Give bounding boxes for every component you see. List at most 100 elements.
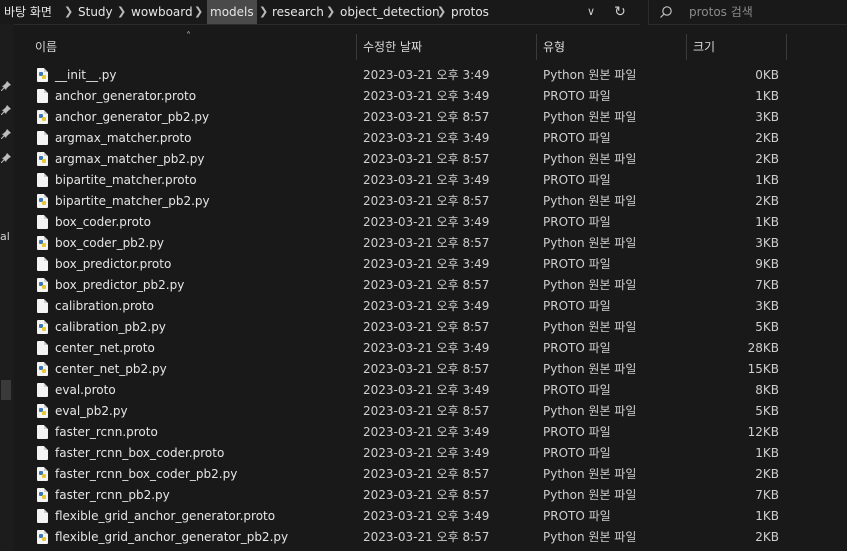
file-row[interactable]: calibration_pb2.py 2023-03-21 오후 8:57 Pyth…: [14, 317, 847, 338]
chevron-right-icon[interactable]: ❯: [259, 0, 268, 24]
file-type: Python 원본 파일: [543, 404, 637, 418]
file-name: box_coder.proto: [55, 215, 151, 229]
file-date: 2023-03-21 오후 8:57: [363, 467, 490, 481]
column-header-size[interactable]: 크기: [693, 34, 715, 60]
pin-icon[interactable]: [1, 129, 11, 139]
file-row[interactable]: anchor_generator_pb2.py 2023-03-21 오후 8:5…: [14, 107, 847, 128]
file-row[interactable]: faster_rcnn_box_coder_pb2.py 2023-03-21 오…: [14, 464, 847, 485]
chevron-right-icon[interactable]: ❯: [194, 0, 203, 24]
breadcrumb-models[interactable]: models: [207, 0, 257, 24]
file-name: faster_rcnn_pb2.py: [55, 488, 170, 502]
file-name: argmax_matcher_pb2.py: [55, 152, 205, 166]
file-row[interactable]: calibration.proto 2023-03-21 오후 3:49 PROTO…: [14, 296, 847, 317]
python-file-icon: [37, 152, 48, 166]
breadcrumb-study[interactable]: Study: [78, 0, 113, 24]
refresh-icon[interactable]: ↻: [610, 0, 630, 24]
file-row[interactable]: eval.proto 2023-03-21 오후 3:49 PROTO 파일 8KB: [14, 380, 847, 401]
chevron-right-icon[interactable]: ❯: [64, 0, 73, 24]
file-row[interactable]: bipartite_matcher.proto 2023-03-21 오후 3:4…: [14, 170, 847, 191]
column-divider[interactable]: [686, 34, 687, 60]
file-size: 3KB: [755, 236, 779, 250]
pin-icon[interactable]: [1, 153, 11, 163]
file-date: 2023-03-21 오후 8:57: [363, 320, 490, 334]
column-header-type[interactable]: 유형: [543, 34, 565, 60]
file-type: Python 원본 파일: [543, 110, 637, 124]
file-type: PROTO 파일: [543, 425, 611, 439]
file-date: 2023-03-21 오후 8:57: [363, 404, 490, 418]
file-date: 2023-03-21 오후 8:57: [363, 530, 490, 544]
file-row[interactable]: box_predictor_pb2.py 2023-03-21 오후 8:57 Py…: [14, 275, 847, 296]
file-size: 1KB: [755, 215, 779, 229]
column-header-name[interactable]: 이름: [35, 34, 57, 60]
file-row[interactable]: flexible_grid_anchor_generator_pb2.py 202…: [14, 527, 847, 548]
navigation-pane[interactable]: al: [0, 24, 14, 551]
file-row[interactable]: __init__.py 2023-03-21 오후 3:49 Python 원본 파…: [14, 65, 847, 86]
file-row[interactable]: flexible_grid_anchor_generator.proto 2023…: [14, 506, 847, 527]
chevron-right-icon[interactable]: ❯: [437, 0, 446, 24]
breadcrumb-wowboard[interactable]: wowboard: [131, 0, 193, 24]
file-row[interactable]: argmax_matcher_pb2.py 2023-03-21 오후 8:57 P…: [14, 149, 847, 170]
file-row[interactable]: bipartite_matcher_pb2.py 2023-03-21 오후 8:…: [14, 191, 847, 212]
pin-icon[interactable]: [1, 105, 11, 115]
breadcrumb-research[interactable]: research: [272, 0, 324, 24]
file-size: 1KB: [755, 173, 779, 187]
file-size: 3KB: [755, 299, 779, 313]
file-type: Python 원본 파일: [543, 320, 637, 334]
column-header-row: ˄ 이름 수정한 날짜 유형 크기: [14, 31, 847, 60]
file-size: 1KB: [755, 89, 779, 103]
column-divider[interactable]: [536, 34, 537, 60]
file-date: 2023-03-21 오후 8:57: [363, 236, 490, 250]
file-list: __init__.py 2023-03-21 오후 3:49 Python 원본 파…: [14, 65, 847, 548]
proto-file-icon: [37, 446, 48, 460]
file-row[interactable]: center_net.proto 2023-03-21 오후 3:49 PROTO …: [14, 338, 847, 359]
file-row[interactable]: argmax_matcher.proto 2023-03-21 오후 3:49 PR…: [14, 128, 847, 149]
file-date: 2023-03-21 오후 3:49: [363, 68, 490, 82]
search-input[interactable]: protos 검색: [689, 0, 753, 24]
file-row[interactable]: faster_rcnn_pb2.py 2023-03-21 오후 8:57 Pyth…: [14, 485, 847, 506]
pin-icon[interactable]: [1, 81, 11, 91]
file-size: 2KB: [755, 152, 779, 166]
file-row[interactable]: box_coder_pb2.py 2023-03-21 오후 8:57 Python…: [14, 233, 847, 254]
python-file-icon: [37, 194, 48, 208]
file-name: eval_pb2.py: [55, 404, 128, 418]
chevron-down-icon[interactable]: ∨: [582, 0, 600, 24]
file-date: 2023-03-21 오후 3:49: [363, 509, 490, 523]
address-bar[interactable]: 바탕 화면 ❯ Study ❯ wowboard ❯ models ❯ rese…: [0, 0, 640, 25]
file-type: Python 원본 파일: [543, 152, 637, 166]
proto-file-icon: [37, 89, 48, 103]
file-size: 2KB: [755, 467, 779, 481]
file-size: 1KB: [755, 446, 779, 460]
breadcrumb-object-detection[interactable]: object_detection: [340, 0, 440, 24]
python-file-icon: [37, 278, 48, 292]
file-row[interactable]: eval_pb2.py 2023-03-21 오후 8:57 Python 원본 파…: [14, 401, 847, 422]
file-size: 15KB: [747, 362, 779, 376]
chevron-right-icon[interactable]: ❯: [326, 0, 335, 24]
nav-scrollbar[interactable]: [1, 380, 11, 400]
chevron-right-icon[interactable]: ❯: [117, 0, 126, 24]
file-row[interactable]: faster_rcnn.proto 2023-03-21 오후 3:49 PROTO…: [14, 422, 847, 443]
file-row[interactable]: anchor_generator.proto 2023-03-21 오후 3:49…: [14, 86, 847, 107]
file-date: 2023-03-21 오후 3:49: [363, 89, 490, 103]
proto-file-icon: [37, 509, 48, 523]
column-divider[interactable]: [786, 34, 787, 60]
file-row[interactable]: box_predictor.proto 2023-03-21 오후 3:49 PRO…: [14, 254, 847, 275]
file-size: 7KB: [755, 278, 779, 292]
python-file-icon: [37, 236, 48, 250]
python-file-icon: [37, 404, 48, 418]
breadcrumb-desktop[interactable]: 바탕 화면: [4, 0, 52, 24]
file-type: Python 원본 파일: [543, 530, 637, 544]
python-file-icon: [37, 467, 48, 481]
file-name: calibration_pb2.py: [55, 320, 166, 334]
python-file-icon: [37, 110, 48, 124]
file-name: box_predictor.proto: [55, 257, 172, 271]
file-row[interactable]: center_net_pb2.py 2023-03-21 오후 8:57 Pytho…: [14, 359, 847, 380]
file-row[interactable]: box_coder.proto 2023-03-21 오후 3:49 PROTO 파…: [14, 212, 847, 233]
column-divider[interactable]: [356, 34, 357, 60]
file-name: calibration.proto: [55, 299, 154, 313]
nav-item-label[interactable]: al: [0, 230, 10, 243]
file-row[interactable]: faster_rcnn_box_coder.proto 2023-03-21 오후…: [14, 443, 847, 464]
breadcrumb-protos[interactable]: protos: [451, 0, 489, 24]
column-header-date[interactable]: 수정한 날짜: [363, 34, 422, 60]
search-box[interactable]: protos 검색: [648, 0, 847, 25]
file-date: 2023-03-21 오후 3:49: [363, 341, 490, 355]
